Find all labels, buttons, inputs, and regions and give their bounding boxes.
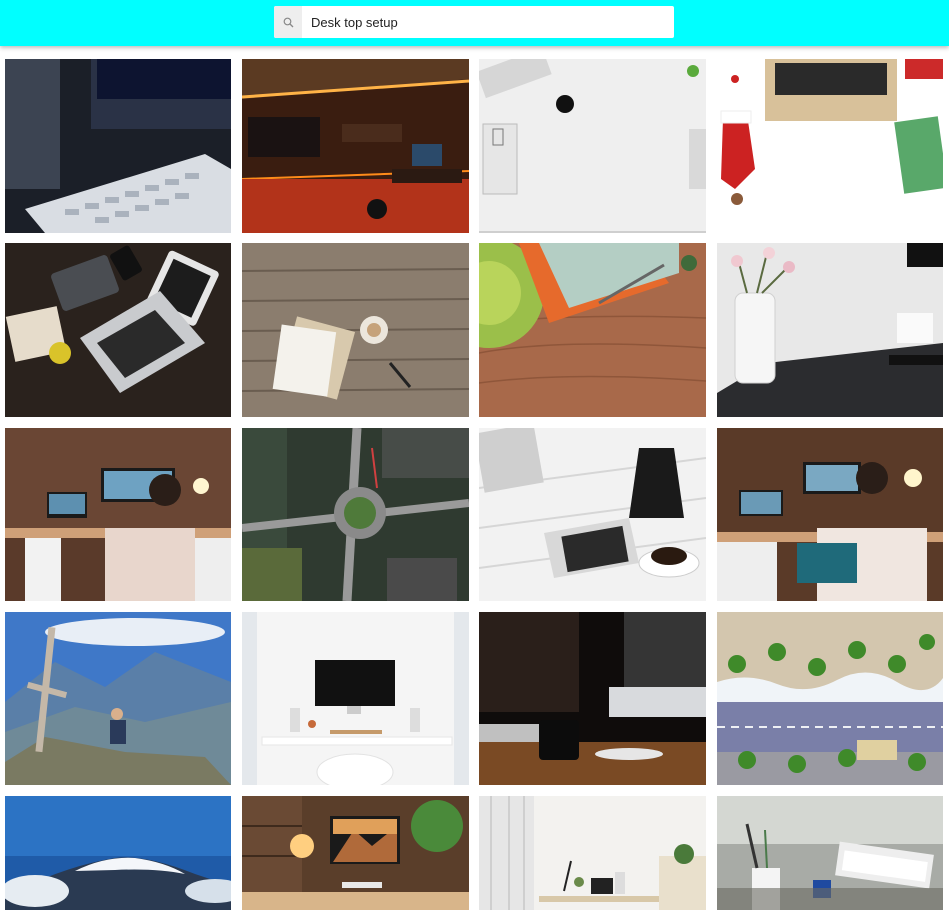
search-input[interactable] xyxy=(302,7,674,37)
result-image-photo-imac-mug-dark[interactable] xyxy=(479,612,706,785)
result-image-photo-flowers-vase-desk[interactable] xyxy=(717,243,943,417)
result-image-photo-white-imac-room[interactable] xyxy=(242,612,469,785)
result-image-photo-imac-keyboard[interactable] xyxy=(5,59,231,233)
result-image-photo-wood-paper-coffee[interactable] xyxy=(242,243,469,417)
result-image-photo-snowy-peak-clouds[interactable] xyxy=(5,796,231,910)
search-icon[interactable] xyxy=(274,6,302,38)
result-image-photo-aerial-beach-palms[interactable] xyxy=(717,612,943,785)
result-image-photo-man-phone-desk-setup[interactable] xyxy=(5,428,231,601)
result-image-photo-minimal-white-room[interactable] xyxy=(479,796,706,910)
result-image-photo-moka-pot-tablet-coffee[interactable] xyxy=(479,428,706,601)
result-image-photo-white-desk-flatlay-coffee[interactable] xyxy=(479,59,706,233)
result-image-photo-laptop-tablet-dark-desk[interactable] xyxy=(5,243,231,417)
result-image-photo-green-cup-paper-wood[interactable] xyxy=(479,243,706,417)
result-image-photo-man-desk-lamp[interactable] xyxy=(717,428,943,601)
search-bar[interactable] xyxy=(274,6,674,38)
result-image-photo-cozy-desk-plants[interactable] xyxy=(242,796,469,910)
result-image-photo-aerial-roundabout[interactable] xyxy=(242,428,469,601)
result-image-photo-christmas-laptop-flatlay[interactable] xyxy=(717,59,943,233)
result-image-photo-pencil-cup-desk[interactable] xyxy=(717,796,943,910)
result-image-photo-mountain-cross-hiker[interactable] xyxy=(5,612,231,785)
top-bar xyxy=(0,0,949,46)
result-image-photo-orange-led-game-room[interactable] xyxy=(242,59,469,233)
